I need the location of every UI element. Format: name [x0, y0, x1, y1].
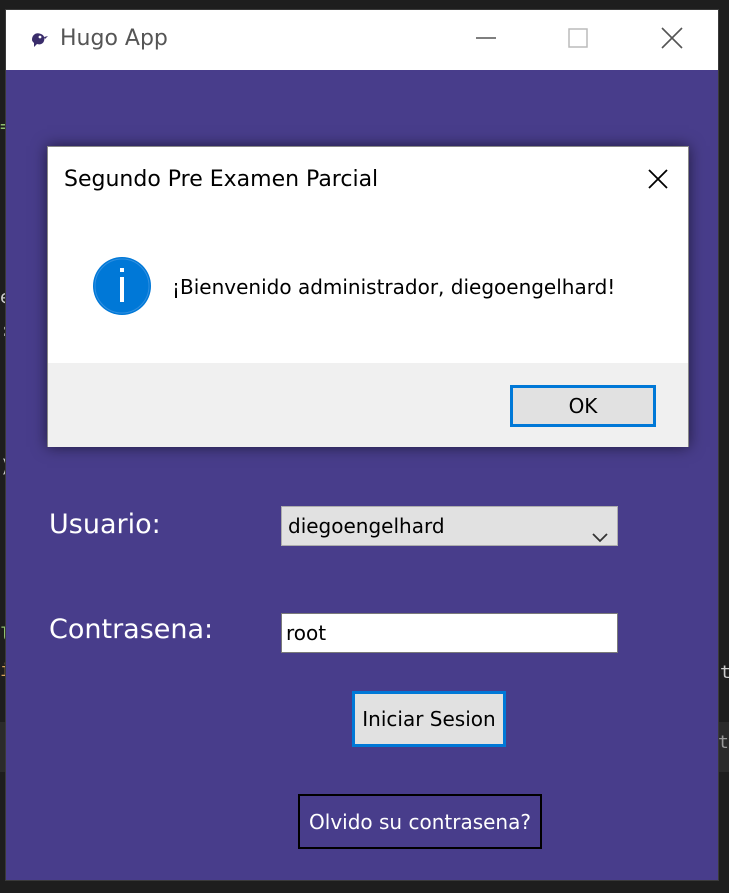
bird-icon: [28, 28, 50, 50]
background-editor-glyph: tl: [718, 732, 729, 753]
usuario-label: Usuario:: [49, 509, 161, 540]
dialog-close-button[interactable]: [630, 153, 686, 209]
ok-button[interactable]: OK: [510, 385, 656, 427]
usuario-dropdown[interactable]: diegoengelhard: [281, 506, 618, 546]
maximize-button[interactable]: [532, 10, 624, 70]
maximize-icon: [567, 27, 589, 54]
dialog-footer: OK: [48, 363, 688, 447]
minimize-icon: [475, 27, 497, 54]
message-box-dialog: Segundo Pre Examen Parcial ¡Bienvenido a…: [47, 146, 689, 447]
info-icon: [92, 256, 152, 316]
dialog-message: ¡Bienvenido administrador, diegoengelhar…: [172, 275, 616, 299]
close-icon: [660, 26, 684, 55]
iniciar-sesion-button[interactable]: Iniciar Sesion: [352, 691, 506, 747]
minimize-button[interactable]: [440, 10, 532, 70]
background-editor-glyph: t: [720, 662, 729, 683]
dialog-title: Segundo Pre Examen Parcial: [64, 167, 379, 192]
window-title: Hugo App: [60, 26, 168, 51]
close-icon: [646, 167, 670, 196]
usuario-selected-value: diegoengelhard: [288, 514, 445, 538]
contrasena-input[interactable]: root: [281, 613, 618, 653]
chevron-down-icon[interactable]: [591, 519, 609, 557]
close-button[interactable]: [624, 10, 720, 70]
window-titlebar[interactable]: Hugo App: [6, 10, 718, 70]
contrasena-label: Contrasena:: [49, 614, 214, 645]
olvido-contrasena-button[interactable]: Olvido su contrasena?: [298, 794, 542, 849]
